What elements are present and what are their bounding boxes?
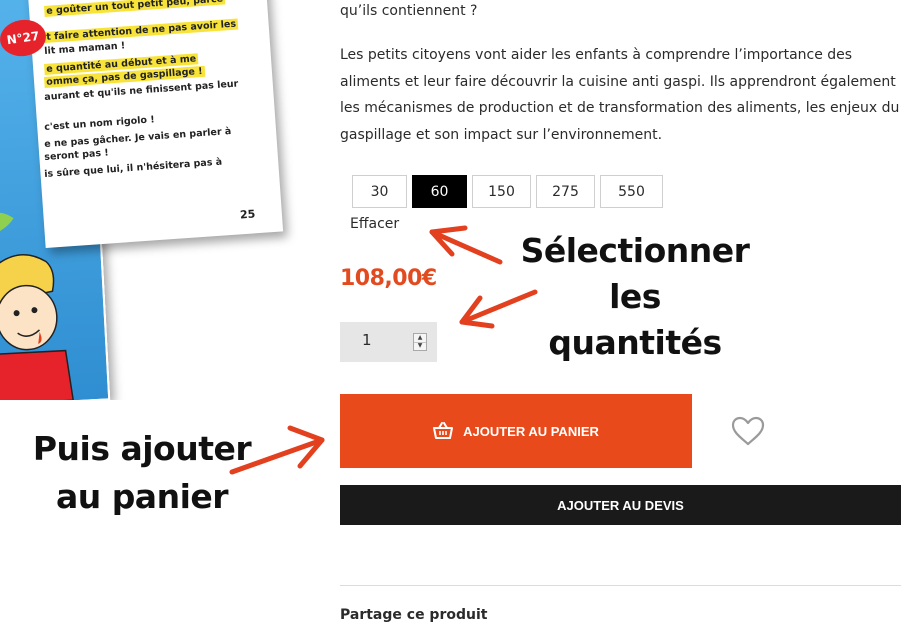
annotation-line: Puis ajouter — [32, 429, 252, 468]
booklet-page-number: 25 — [239, 207, 256, 222]
heart-outline-icon[interactable] — [730, 415, 766, 447]
annotation-select-quantities: Sélectionner les quantités — [500, 228, 770, 366]
quantity-stepper[interactable]: ▲ ▼ — [413, 333, 427, 351]
add-to-cart-label: AJOUTER AU PANIER — [463, 423, 599, 439]
arrow-head — [429, 225, 468, 257]
annotation-line: quantités — [548, 323, 722, 362]
product-description: Les petits citoyens vont aider les enfan… — [340, 47, 900, 143]
product-price: 108,00€ — [340, 266, 437, 291]
add-to-quote-label: AJOUTER AU DEVIS — [557, 497, 684, 513]
quantity-option-60[interactable]: 60 — [412, 175, 467, 208]
section-divider — [340, 585, 901, 586]
annotation-line: au panier — [55, 477, 229, 516]
booklet-illustration: e goûter un tout petit peu, parce t fair… — [0, 0, 300, 400]
quantity-option-275[interactable]: 275 — [536, 175, 595, 208]
quantity-swatches: 30 60 150 275 550 — [352, 175, 663, 208]
clear-selection-link[interactable]: Effacer — [350, 216, 399, 232]
quantity-input[interactable]: 1 ▲ ▼ — [340, 322, 437, 362]
annotation-line: Sélectionner les — [520, 231, 750, 316]
arrow-to-swatches — [429, 229, 503, 265]
add-to-quote-button[interactable]: AJOUTER AU DEVIS — [340, 485, 901, 525]
quantity-option-550[interactable]: 550 — [600, 175, 663, 208]
arrow-head — [459, 295, 495, 329]
caret-down-icon[interactable]: ▼ — [414, 342, 426, 350]
quantity-value: 1 — [362, 331, 372, 349]
quantity-option-150[interactable]: 150 — [472, 175, 531, 208]
add-to-cart-button[interactable]: AJOUTER AU PANIER — [340, 394, 692, 468]
description-intro-tail: qu’ils contiennent ? — [340, 3, 478, 19]
basket-icon — [433, 422, 454, 439]
annotation-add-to-cart: Puis ajouter au panier — [22, 425, 262, 521]
quantity-option-30[interactable]: 30 — [352, 175, 407, 208]
arrow-head — [287, 425, 325, 469]
share-product-heading: Partage ce produit — [340, 607, 488, 623]
